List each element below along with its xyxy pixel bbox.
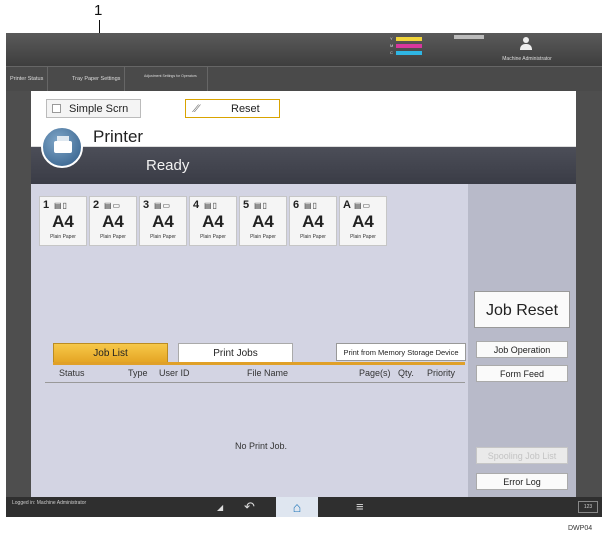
tray-paper: Plain Paper [50, 234, 76, 240]
user-icon[interactable] [520, 37, 532, 51]
tray-icon: ▤▯ [54, 201, 68, 210]
tray-4: 4 ▤▯ A4 Plain Paper [189, 196, 237, 246]
tray-bypass: A ▤▭ A4 Plain Paper [339, 196, 387, 246]
status-text: Ready [146, 157, 190, 174]
tray-2: 2 ▤▭ A4 Plain Paper [89, 196, 137, 246]
col-type: Type [128, 368, 148, 378]
tray-1: 1 ▤▯ A4 Plain Paper [39, 196, 87, 246]
toner-bar-m [396, 43, 422, 48]
simple-screen-button[interactable]: Simple Scrn [46, 99, 141, 118]
toner-bar-k [454, 35, 484, 39]
tray-size: A4 [352, 212, 374, 231]
column-divider [45, 382, 465, 383]
col-priority: Priority [427, 368, 456, 378]
toner-bar-y [396, 36, 422, 41]
menu-icon[interactable]: ≡ [356, 499, 364, 514]
col-file-name: File Name [247, 368, 289, 378]
tray-size: A4 [252, 212, 274, 231]
tray-icon: ▤▯ [204, 201, 218, 210]
tray-icon: ▤▯ [304, 201, 318, 210]
tray-size: A4 [102, 212, 124, 231]
tray-paper: Plain Paper [250, 234, 276, 240]
tray-number: 3 [143, 199, 150, 211]
tab-printer-status[interactable]: Printer Status [6, 67, 49, 92]
simple-screen-label: Simple Scrn [69, 102, 129, 115]
top-status-bar: Y M C Machine Administrator [6, 33, 602, 66]
tray-number: 4 [193, 199, 200, 211]
bottom-bar: Logged in: Machine Administrator ◢ ↶ ⌂ ≡… [6, 497, 602, 517]
tray-paper: Plain Paper [100, 234, 126, 240]
tray-icon: ▤▭ [104, 201, 122, 210]
reset-label: Reset [231, 102, 260, 115]
admin-label[interactable]: Machine Administrator [482, 56, 572, 62]
printer-icon [41, 126, 83, 168]
tray-paper: Plain Paper [200, 234, 226, 240]
tray-paper: Plain Paper [350, 234, 376, 240]
status-bar: Ready [31, 147, 576, 184]
error-log-button[interactable]: Error Log [476, 473, 568, 490]
col-user-id: User ID [159, 368, 190, 378]
home-icon[interactable]: ⌂ [276, 497, 318, 517]
small-corner-icon: ◢ [217, 503, 224, 512]
reset-button[interactable]: ⁄⁄ Reset [185, 99, 280, 118]
col-qty: Qty. [398, 368, 414, 378]
col-pages: Page(s) [359, 368, 391, 378]
tray-3: 3 ▤▭ A4 Plain Paper [139, 196, 187, 246]
tab-adjustment-settings[interactable]: Adjustment Settings for Operators [140, 67, 208, 92]
tab-underline [53, 362, 465, 365]
tray-5: 5 ▤▯ A4 Plain Paper [239, 196, 287, 246]
reset-icon: ⁄⁄ [195, 102, 199, 115]
tray-size: A4 [202, 212, 224, 231]
function-tabs: Printer Status Tray Paper Settings Adjus… [6, 66, 602, 92]
counter-box[interactable]: 123 [578, 501, 598, 513]
logged-in-label: Logged in: Machine Administrator [12, 500, 87, 506]
tray-number: A [343, 199, 351, 211]
toner-bar-c [396, 50, 422, 55]
callout-number: 1 [94, 2, 103, 19]
printer-panel: Simple Scrn ⁄⁄ Reset Printer Ready 1 ▤▯ A4… [31, 91, 576, 497]
tray-number: 2 [93, 199, 100, 211]
tray-paper: Plain Paper [150, 234, 176, 240]
printer-screen: Y M C Machine Administrator Printer Stat… [6, 33, 602, 517]
paper-trays: 1 ▤▯ A4 Plain Paper 2 ▤▭ A4 Plain Paper 3 ▤▭ A4 P… [39, 196, 389, 246]
tray-number: 5 [243, 199, 250, 211]
job-reset-button[interactable]: Job Reset [474, 291, 570, 328]
job-operation-button[interactable]: Job Operation [476, 341, 568, 358]
page-title: Printer [93, 127, 144, 146]
tray-icon: ▤▯ [254, 201, 268, 210]
print-from-memory-button[interactable]: Print from Memory Storage Device [336, 343, 466, 361]
tray-number: 6 [293, 199, 300, 211]
spooling-job-list-button[interactable]: Spooling Job List [476, 447, 568, 464]
tray-paper: Plain Paper [300, 234, 326, 240]
toner-levels: Y M C [390, 35, 422, 56]
tray-6: 6 ▤▯ A4 Plain Paper [289, 196, 337, 246]
checkbox-icon [52, 104, 61, 113]
tab-tray-paper-settings[interactable]: Tray Paper Settings [68, 67, 126, 92]
tray-size: A4 [52, 212, 74, 231]
tray-number: 1 [43, 199, 50, 211]
tray-size: A4 [152, 212, 174, 231]
figure-code: DWP04 [568, 525, 593, 532]
empty-message: No Print Job. [234, 441, 288, 451]
tray-icon: ▤▭ [354, 201, 372, 210]
tab-job-list[interactable]: Job List [53, 343, 168, 363]
tray-icon: ▤▭ [154, 201, 172, 210]
tray-size: A4 [302, 212, 324, 231]
tab-print-jobs[interactable]: Print Jobs [178, 343, 293, 363]
col-status: Status [59, 368, 85, 378]
form-feed-button[interactable]: Form Feed [476, 365, 568, 382]
back-icon[interactable]: ↶ [244, 499, 255, 515]
